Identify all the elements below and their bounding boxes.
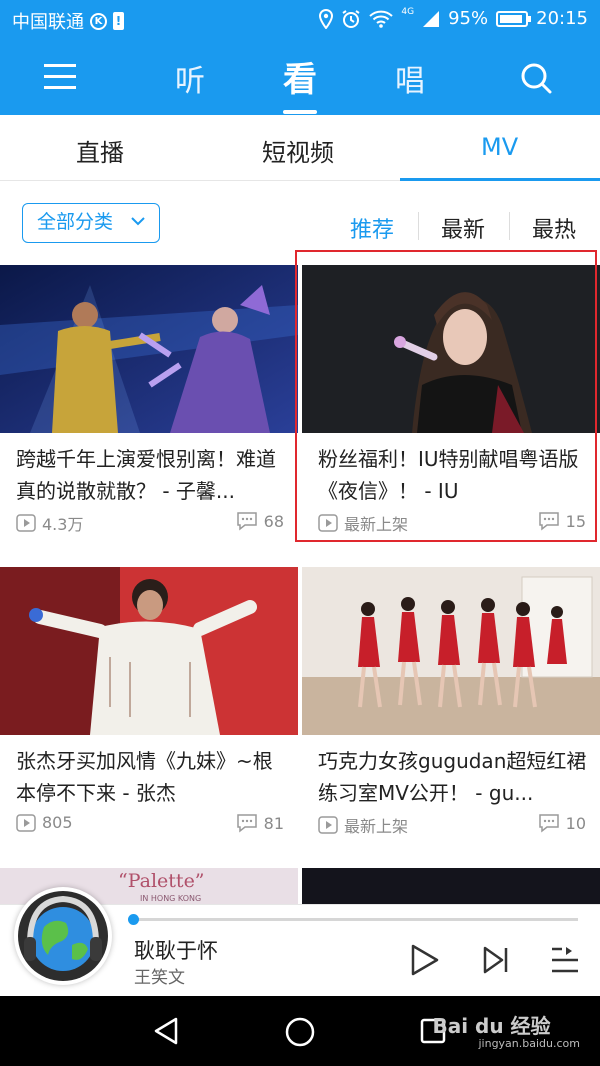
carrier-name: 中国联通 xyxy=(12,12,84,33)
search-icon[interactable] xyxy=(520,62,552,94)
sub-tabs: 直播 短视频 MV xyxy=(0,115,600,181)
sort-divider xyxy=(509,212,510,240)
battery-percent: 95% xyxy=(448,8,489,29)
progress-handle[interactable] xyxy=(128,914,139,925)
clock: 20:15 xyxy=(536,8,588,29)
status-bar-left: 中国联通 K ! xyxy=(12,8,124,34)
comment-icon xyxy=(236,512,257,531)
mv-card-plays: 805 xyxy=(16,813,73,832)
partial-thumb-title: “Palette” xyxy=(118,870,205,892)
song-artist[interactable]: 王笑文 xyxy=(134,963,185,988)
tab-sing[interactable]: 唱 xyxy=(395,56,425,100)
battery-icon xyxy=(496,10,532,27)
category-filter-button[interactable]: 全部分类 xyxy=(22,203,160,243)
signal-icon xyxy=(423,10,440,27)
notification-alert-icon: ! xyxy=(113,12,124,30)
mv-card-comments: 68 xyxy=(236,511,284,531)
comment-count: 68 xyxy=(263,511,284,531)
play-count: 最新上架 xyxy=(344,817,409,836)
comment-count: 81 xyxy=(263,813,284,833)
sort-recommended[interactable]: 推荐 xyxy=(350,212,394,244)
mv-thumbnail[interactable] xyxy=(302,567,600,735)
mv-card-title[interactable]: 巧克力女孩gugudan超短红裙练习室MV公开！ - gu... xyxy=(318,745,588,809)
sort-newest[interactable]: 最新 xyxy=(441,212,485,244)
watermark-logo: Bai du 经验 jingyan.baidu.com xyxy=(432,1010,580,1050)
next-track-icon[interactable] xyxy=(482,945,510,975)
play-count-icon xyxy=(318,816,338,834)
mv-thumbnail[interactable] xyxy=(0,567,298,735)
play-count: 4.3万 xyxy=(42,515,84,534)
progress-track[interactable] xyxy=(132,918,578,921)
mv-card-comments: 81 xyxy=(236,813,284,833)
globe-headphones-icon xyxy=(18,891,108,981)
mv-thumbnail-partial[interactable] xyxy=(302,868,600,908)
top-nav: 听 看 唱 xyxy=(0,40,600,115)
play-count-icon xyxy=(16,514,36,532)
wifi-icon xyxy=(369,10,394,28)
sort-divider xyxy=(418,212,419,240)
mv-card[interactable]: 张杰牙买加风情《九妹》~根本停不下来 - 张杰 805 81 xyxy=(0,567,298,857)
mv-card[interactable]: 巧克力女孩gugudan超短红裙练习室MV公开！ - gu... 最新上架 10 xyxy=(302,567,600,857)
chevron-down-icon xyxy=(131,217,145,226)
alarm-icon xyxy=(342,9,360,28)
app-root: 中国联通 K ! 4G 95% 20:15 听 看 唱 直播 短视频 MV 全部… xyxy=(0,0,600,1066)
network-type: 4G xyxy=(401,6,415,17)
comment-icon xyxy=(236,814,257,833)
mv-card-plays: 最新上架 xyxy=(318,813,408,837)
highlight-frame xyxy=(295,250,597,542)
subtab-indicator xyxy=(400,178,600,181)
mv-thumbnail-image xyxy=(0,265,298,433)
mv-card-title[interactable]: 跨越千年上演爱恨别离！难道真的说散就散？ - 子馨... xyxy=(16,443,286,507)
mv-thumbnail-image xyxy=(302,567,600,735)
play-count: 805 xyxy=(42,813,73,832)
carrier-badge-icon: K xyxy=(90,12,107,30)
play-count-icon xyxy=(16,813,36,832)
partial-thumb-subtitle: IN HONG KONG xyxy=(140,894,202,903)
tab-watch[interactable]: 看 xyxy=(283,52,317,101)
tab-listen[interactable]: 听 xyxy=(175,56,205,100)
system-nav-bar: Bai du 经验 jingyan.baidu.com xyxy=(0,996,600,1066)
status-bar: 中国联通 K ! 4G 95% 20:15 xyxy=(0,0,600,40)
comment-icon xyxy=(538,814,559,833)
status-bar-right: 4G 95% 20:15 xyxy=(319,6,588,29)
album-cover[interactable] xyxy=(14,887,112,985)
mv-thumbnail-image xyxy=(0,567,298,735)
mini-player[interactable]: 耿耿于怀 王笑文 xyxy=(0,887,600,996)
active-tab-indicator xyxy=(283,110,317,114)
menu-icon[interactable] xyxy=(44,62,76,92)
mv-card-plays: 4.3万 xyxy=(16,511,83,535)
watermark-url: jingyan.baidu.com xyxy=(478,1037,580,1050)
song-title[interactable]: 耿耿于怀 xyxy=(134,935,218,965)
mv-card-title[interactable]: 张杰牙买加风情《九妹》~根本停不下来 - 张杰 xyxy=(16,745,286,809)
location-icon xyxy=(319,8,334,29)
mv-card[interactable]: 跨越千年上演爱恨别离！难道真的说散就散？ - 子馨... 4.3万 68 xyxy=(0,265,298,555)
playlist-icon[interactable] xyxy=(550,945,580,975)
subtab-mv[interactable]: MV xyxy=(481,133,518,161)
play-icon[interactable] xyxy=(410,943,440,977)
subtab-live[interactable]: 直播 xyxy=(76,133,124,168)
mv-card-comments: 10 xyxy=(538,813,586,833)
subtab-short-video[interactable]: 短视频 xyxy=(262,133,334,168)
back-icon[interactable] xyxy=(152,1016,180,1046)
sort-hottest[interactable]: 最热 xyxy=(532,212,576,244)
mv-thumbnail[interactable] xyxy=(0,265,298,433)
home-icon[interactable] xyxy=(284,1016,316,1048)
category-filter-label: 全部分类 xyxy=(37,211,114,233)
comment-count: 10 xyxy=(565,813,586,833)
watermark-brand: Bai du 经验 xyxy=(432,1014,551,1038)
